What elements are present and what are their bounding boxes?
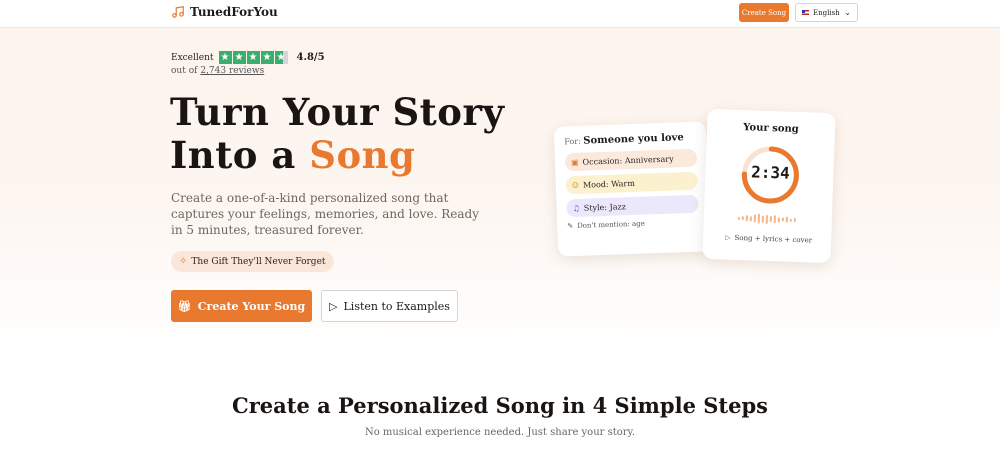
play-circle-icon[interactable]: ▷ <box>725 234 731 242</box>
star-icon: ★ <box>218 51 232 64</box>
audio-waveform <box>737 213 796 225</box>
us-flag-icon <box>802 10 809 15</box>
hero-title-accent: Song <box>309 133 416 177</box>
pill-label: The Gift They'll Never Forget <box>191 256 326 267</box>
waveform-bar <box>785 216 788 223</box>
steps-title: Create a Personalized Song in 4 Simple S… <box>232 393 768 418</box>
waveform-bar <box>761 215 764 223</box>
song-duration: 2:34 <box>750 162 791 183</box>
waveform-bar <box>781 217 784 222</box>
language-selector[interactable]: English ⌄ <box>795 3 858 22</box>
your-song-card: Your song 2:34 ▷ Song + lyrics + cover <box>702 108 836 264</box>
dont-mention-text: Don't mention: age <box>576 219 645 230</box>
song-caption: ▷ Song + lyrics + cover <box>725 234 812 245</box>
star-icon: ★ <box>246 51 260 64</box>
create-your-song-label: Create Your Song <box>197 299 306 313</box>
waveform-bar <box>737 216 740 220</box>
star-icon: ★ <box>274 51 288 64</box>
for-line: For: Someone you love <box>564 132 696 148</box>
waveform-bar <box>741 216 744 221</box>
music-note-icon <box>172 6 184 18</box>
listen-examples-label: Listen to Examples <box>343 299 450 313</box>
smile-icon: ☺ <box>571 180 580 190</box>
for-value: Someone you love <box>583 132 684 147</box>
waveform-bar <box>757 213 761 224</box>
star-icon: ★ <box>232 51 246 64</box>
hero-title-pre: Into a <box>170 133 296 177</box>
occasion-tag: ▣ Occasion: Anniversary <box>564 148 698 172</box>
play-icon: ▷ <box>329 299 338 313</box>
brand-logo[interactable]: TunedForYou <box>171 5 278 19</box>
star-icon: ★ <box>260 51 274 64</box>
waveform-bar <box>793 217 796 222</box>
waveform-bar <box>777 216 780 222</box>
create-your-song-button[interactable]: 🎁︎ Create Your Song <box>171 290 312 322</box>
steps-subtitle: No musical experience needed. Just share… <box>364 427 636 438</box>
mood-tag: ☺ Mood: Warm <box>565 171 699 195</box>
your-song-title: Your song <box>743 122 799 136</box>
waveform-bar <box>753 214 756 223</box>
brand-name: TunedForYou <box>190 5 278 19</box>
chevron-down-icon: ⌄ <box>844 8 851 17</box>
gift-pill: ✧ The Gift They'll Never Forget <box>171 251 334 272</box>
style-text: Style: Jazz <box>583 201 627 213</box>
waveform-bar <box>789 218 792 222</box>
listen-examples-button[interactable]: ▷ Listen to Examples <box>321 290 458 322</box>
waveform-bar <box>769 216 772 223</box>
rating-row: Excellent ★ ★ ★ ★ ★ 4.8/5 <box>171 51 325 64</box>
hero-title-line1: Turn Your Story <box>170 90 505 134</box>
rating-label: Excellent <box>171 52 214 63</box>
dont-mention-line: ✎ Don't mention: age <box>567 218 699 231</box>
waveform-bar <box>749 215 752 221</box>
rating-score: 4.8/5 <box>296 52 325 63</box>
song-details-card: For: Someone you love ▣ Occasion: Annive… <box>553 121 711 257</box>
waveform-bar <box>765 214 769 224</box>
reviews-link[interactable]: 2,743 reviews <box>200 66 264 76</box>
header-create-song-button[interactable]: Create Song <box>739 3 789 22</box>
top-header: TunedForYou Create Song English ⌄ <box>0 0 1000 28</box>
rating-stars: ★ ★ ★ ★ ★ <box>218 51 288 64</box>
occasion-text: Occasion: Anniversary <box>582 154 674 167</box>
for-label: For: <box>564 136 581 147</box>
waveform-bar <box>745 215 748 222</box>
hero-title: Turn Your Story Into a Song <box>170 91 504 177</box>
pencil-icon: ✎ <box>567 222 574 231</box>
music-note-icon: ♫ <box>572 203 580 213</box>
gift-icon: ▣ <box>570 157 579 167</box>
language-label: English <box>813 8 840 17</box>
sparkle-icon: ✧ <box>179 256 188 267</box>
waveform-bar <box>773 215 776 224</box>
style-tag: ♫ Style: Jazz <box>566 194 699 218</box>
reviews-prefix: out of <box>171 66 198 76</box>
hero-subtitle: Create a one-of-a-kind personalized song… <box>171 191 479 237</box>
reviews-line: out of 2,743 reviews <box>171 66 264 76</box>
gift-icon: 🎁︎ <box>177 299 192 313</box>
hero-title-line2: Into a Song <box>170 134 504 177</box>
song-caption-text: Song + lyrics + cover <box>734 233 813 245</box>
mood-text: Mood: Warm <box>582 178 636 190</box>
